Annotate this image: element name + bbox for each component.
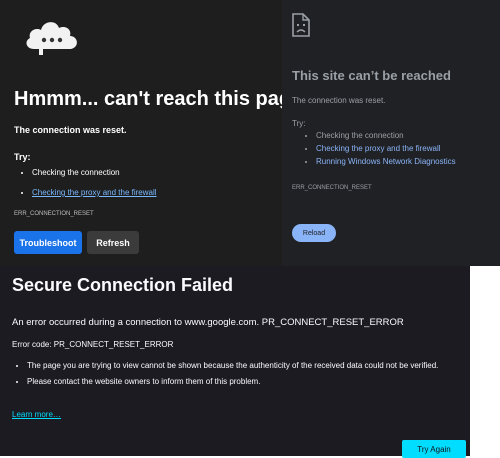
try-again-button[interactable]: Try Again xyxy=(402,440,466,458)
page-title: This site can’t be reached xyxy=(292,68,451,83)
error-subtitle: The connection was reset. xyxy=(14,125,127,135)
firefox-error-panel: Secure Connection Failed An error occurr… xyxy=(0,266,470,458)
suggestion-link-proxy[interactable]: Checking the proxy and the firewall xyxy=(32,188,157,197)
suggestion-item: Checking the connection xyxy=(32,168,157,177)
reload-button[interactable]: Reload xyxy=(292,224,336,242)
edge-error-panel: Hmmm... can't reach this page The connec… xyxy=(0,0,302,266)
explanation-list: The page you are trying to view cannot b… xyxy=(12,360,467,392)
background-strip xyxy=(470,266,500,456)
suggestion-item: Checking the proxy and the firewall xyxy=(316,144,456,153)
sad-document-icon xyxy=(292,13,310,37)
error-code: ERR_CONNECTION_RESET xyxy=(14,211,94,217)
error-code: ERR_CONNECTION_RESET xyxy=(292,185,372,191)
error-code: Error code: PR_CONNECT_RESET_ERROR xyxy=(12,340,174,349)
error-subtitle: An error occurred during a connection to… xyxy=(12,317,404,328)
troubleshoot-button[interactable]: Troubleshoot xyxy=(14,231,82,254)
suggestion-link-diagnostics[interactable]: Running Windows Network Diagnostics xyxy=(316,157,456,166)
suggestion-list: Checking the connection Checking the pro… xyxy=(14,168,157,208)
page-title: Hmmm... can't reach this page xyxy=(14,88,303,110)
try-label: Try: xyxy=(292,119,306,128)
chrome-error-panel: This site can’t be reached The connectio… xyxy=(282,0,500,266)
suggestion-list: Checking the connection Checking the pro… xyxy=(292,131,456,170)
learn-more-link[interactable]: Learn more… xyxy=(12,410,61,419)
list-item: Please contact the website owners to inf… xyxy=(27,376,467,388)
refresh-button[interactable]: Refresh xyxy=(87,231,139,254)
cloud-icon xyxy=(26,22,77,55)
suggestion-item: Checking the connection xyxy=(316,131,456,140)
error-subtitle: The connection was reset. xyxy=(292,96,386,105)
suggestion-item: Checking the proxy and the firewall xyxy=(32,188,157,197)
page-title: Secure Connection Failed xyxy=(12,275,234,295)
suggestion-text: Checking the connection xyxy=(316,131,404,140)
suggestion-link-proxy[interactable]: Checking the proxy and the firewall xyxy=(316,144,441,153)
try-label: Try: xyxy=(14,152,31,162)
suggestion-item: Running Windows Network Diagnostics xyxy=(316,157,456,166)
suggestion-text: Checking the connection xyxy=(32,168,120,177)
list-item: The page you are trying to view cannot b… xyxy=(27,360,467,372)
